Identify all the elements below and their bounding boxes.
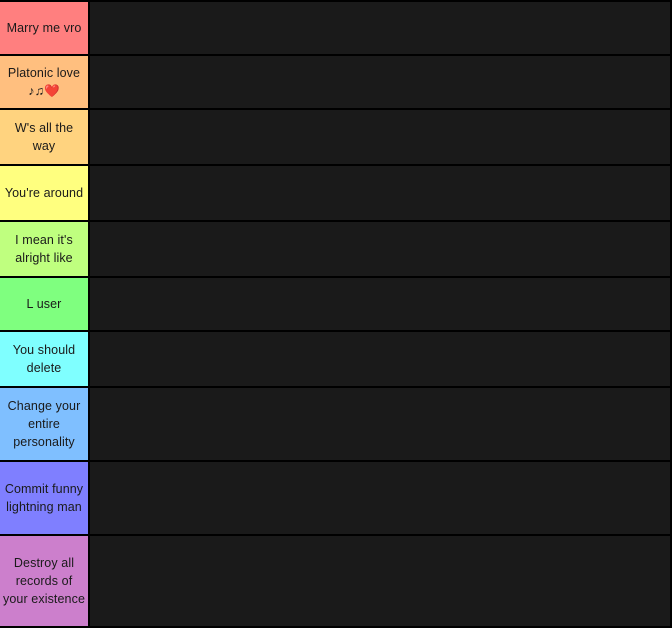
- tier-label-cell[interactable]: Destroy all records of your existence: [0, 536, 88, 626]
- tier-row: Marry me vro: [0, 2, 672, 56]
- tier-row: I mean it's alright like: [0, 222, 672, 278]
- tier-row: Destroy all records of your existence: [0, 536, 672, 628]
- tier-label-text: W's all the way: [14, 121, 74, 153]
- tier-label-cell[interactable]: Platonic love ♪♫❤️: [0, 56, 88, 108]
- tier-label-cell[interactable]: W's all the way: [0, 110, 88, 164]
- tier-dropzone[interactable]: [90, 2, 670, 54]
- tier-row: You're around: [0, 166, 672, 222]
- tier-label-text: Platonic love ♪♫❤️: [7, 66, 81, 98]
- tier-label-cell[interactable]: I mean it's alright like: [0, 222, 88, 276]
- tier-label-text: L user: [26, 297, 62, 311]
- tier-label-cell[interactable]: Marry me vro: [0, 2, 88, 54]
- tier-label-cell[interactable]: Change your entire personality: [0, 388, 88, 460]
- tier-row: Platonic love ♪♫❤️: [0, 56, 672, 110]
- tier-label-cell[interactable]: You're around: [0, 166, 88, 220]
- tier-dropzone[interactable]: [90, 56, 670, 108]
- tier-row: You should delete: [0, 332, 672, 388]
- tier-row: W's all the way: [0, 110, 672, 166]
- tier-label-text: Commit funny lightning man: [4, 482, 84, 514]
- tier-label-text: Change your entire personality: [7, 399, 81, 449]
- tier-label-cell[interactable]: L user: [0, 278, 88, 330]
- tier-dropzone[interactable]: [90, 536, 670, 626]
- tier-label-text: You're around: [4, 186, 84, 200]
- tier-dropzone[interactable]: [90, 332, 670, 386]
- tier-dropzone[interactable]: [90, 222, 670, 276]
- tier-list: Marry me vro Platonic love ♪♫❤️ W's all th…: [0, 0, 672, 628]
- tier-dropzone[interactable]: [90, 462, 670, 534]
- tier-label-text: You should delete: [12, 343, 76, 375]
- tier-row: L user: [0, 278, 672, 332]
- tier-label-text: I mean it's alright like: [15, 233, 73, 265]
- tier-row: Change your entire personality: [0, 388, 672, 462]
- tier-dropzone[interactable]: [90, 166, 670, 220]
- tier-label-text: Destroy all records of your existence: [3, 556, 85, 606]
- tier-label-text: Marry me vro: [6, 21, 82, 35]
- tier-dropzone[interactable]: [90, 278, 670, 330]
- tier-label-cell[interactable]: You should delete: [0, 332, 88, 386]
- tier-dropzone[interactable]: [90, 110, 670, 164]
- tier-label-cell[interactable]: Commit funny lightning man: [0, 462, 88, 534]
- tier-row: Commit funny lightning man: [0, 462, 672, 536]
- tier-dropzone[interactable]: [90, 388, 670, 460]
